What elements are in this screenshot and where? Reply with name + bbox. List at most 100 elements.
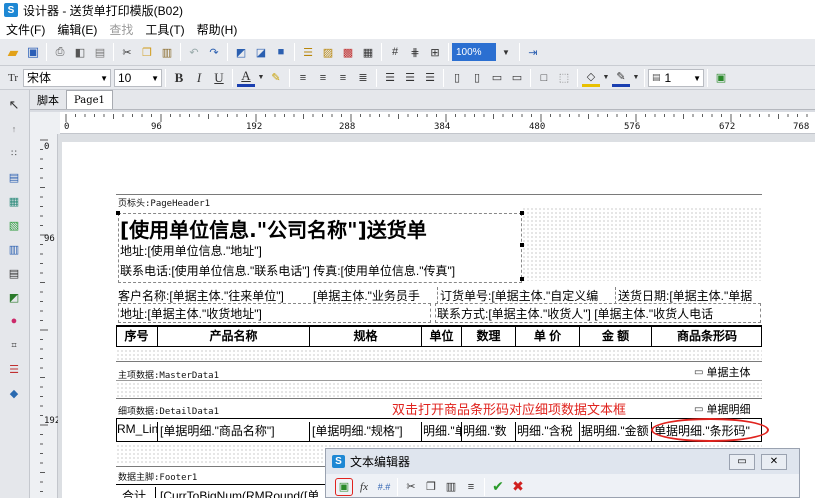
valign-middle-icon[interactable]: ☰ xyxy=(401,69,419,87)
column-header[interactable]: 金 额 xyxy=(580,326,652,346)
valign-top-icon[interactable]: ☰ xyxy=(381,69,399,87)
menu-help[interactable]: 帮助(H) xyxy=(191,21,244,38)
copy-icon[interactable]: ❐ xyxy=(138,43,156,61)
cut-icon[interactable]: ✂ xyxy=(118,43,136,61)
format-icon[interactable]: #.# xyxy=(375,478,393,496)
delivery-date-field[interactable]: 送货日期:[单据主体."单据 xyxy=(615,287,761,304)
footer-total-expression[interactable]: [CurrToBigNum(RMRound([单 xyxy=(160,487,325,498)
detail-cell-line[interactable]: RM_Lin xyxy=(117,422,158,442)
zoom-select[interactable]: 100% xyxy=(452,43,496,61)
detail-cell-name[interactable]: [单据明细."商品名称"] xyxy=(160,422,310,442)
italic-button[interactable]: I xyxy=(190,69,208,87)
chevron-down-icon[interactable]: ▼ xyxy=(257,69,265,87)
richtext-object-icon[interactable]: ☰ xyxy=(5,360,23,378)
column-header[interactable]: 数理 xyxy=(462,326,516,346)
new-page-icon[interactable]: ▨ xyxy=(319,43,337,61)
footer-total-label[interactable]: 合计 xyxy=(122,487,156,498)
line-width-select[interactable]: ▤ 1 ▼ xyxy=(648,68,704,87)
cancel-x-icon[interactable]: ✖ xyxy=(509,478,527,496)
send-back-icon[interactable]: ◪ xyxy=(252,43,270,61)
company-address[interactable]: 地址:[使用单位信息."地址"] xyxy=(120,242,262,259)
more-icon[interactable]: ∷ xyxy=(5,144,23,162)
group-icon[interactable]: ■ xyxy=(272,43,290,61)
grid-icon[interactable]: # xyxy=(386,43,404,61)
page-props-icon[interactable]: ▦ xyxy=(359,43,377,61)
cut-icon[interactable]: ✂ xyxy=(402,478,420,496)
save-icon[interactable]: ▣ xyxy=(24,43,42,61)
column-header[interactable]: 单 价 xyxy=(516,326,580,346)
text-object-icon[interactable]: ▤ xyxy=(5,168,23,186)
detail-cell-amount[interactable]: 据明细."金额 xyxy=(581,422,652,442)
column-header[interactable]: 序号 xyxy=(116,326,158,346)
column-header[interactable]: 规格 xyxy=(310,326,422,346)
redo-icon[interactable]: ↷ xyxy=(205,43,223,61)
bring-front-icon[interactable]: ◩ xyxy=(232,43,250,61)
open-folder-icon[interactable]: ▰ xyxy=(4,43,22,61)
picture-object-icon[interactable]: ▧ xyxy=(5,216,23,234)
insert-band-icon[interactable]: ☰ xyxy=(299,43,317,61)
menu-find[interactable]: 查找 xyxy=(103,21,139,38)
border-left-icon[interactable]: ▯ xyxy=(448,69,466,87)
copy-icon[interactable]: ❐ xyxy=(422,478,440,496)
dialog-close-button[interactable]: ✕ xyxy=(761,454,787,470)
font-size-select[interactable]: 10 ▼ xyxy=(114,68,162,87)
detail-cell-qty[interactable]: 明细."数 xyxy=(463,422,516,442)
crosstab-object-icon[interactable]: ◆ xyxy=(5,384,23,402)
column-header[interactable]: 商品条形码 xyxy=(652,326,762,346)
select-pointer-icon[interactable]: ↖ xyxy=(5,96,23,114)
chart-object-icon[interactable]: ◩ xyxy=(5,288,23,306)
print-icon[interactable]: ⎙ xyxy=(51,43,69,61)
delivery-address-field[interactable]: 地址:[单据主体."收货地址"] xyxy=(120,305,262,322)
insert-field-icon[interactable]: ▣ xyxy=(335,477,353,496)
border-bottom-icon[interactable]: ▭ xyxy=(508,69,526,87)
align-justify-icon[interactable]: ≣ xyxy=(354,69,372,87)
shape-object-icon[interactable]: ● xyxy=(5,312,23,330)
underline-button[interactable]: U xyxy=(210,69,228,87)
paste-icon[interactable]: ▥ xyxy=(158,43,176,61)
paste-icon[interactable]: ▥ xyxy=(442,478,460,496)
dialog-minimize-button[interactable]: ▭ xyxy=(729,454,755,470)
report-title[interactable]: [使用单位信息."公司名称"]送货单 xyxy=(120,214,427,243)
border-top-icon[interactable]: ▭ xyxy=(488,69,506,87)
order-number-field[interactable]: 订货单号:[单据主体."自定义编 xyxy=(437,287,615,304)
highlight-icon[interactable]: ✎ xyxy=(267,69,285,87)
detail-cell-price[interactable]: 明细."含税 xyxy=(517,422,580,442)
align-center-icon[interactable]: ≡ xyxy=(314,69,332,87)
menu-file[interactable]: 文件(F) xyxy=(0,21,51,38)
print-preview-icon[interactable]: ◧ xyxy=(71,43,89,61)
menu-edit[interactable]: 编辑(E) xyxy=(51,21,103,38)
chevron-down-icon[interactable]: ▼ xyxy=(497,43,515,61)
word-wrap-icon[interactable]: ≡ xyxy=(462,478,480,496)
chevron-down-icon[interactable]: ▼ xyxy=(632,69,640,87)
band-object-icon[interactable]: ▦ xyxy=(5,192,23,210)
line-object-icon[interactable]: ▤ xyxy=(5,264,23,282)
arrow-up-icon[interactable]: ↑ xyxy=(5,120,23,138)
ok-check-icon[interactable]: ✔ xyxy=(489,478,507,496)
line-color-icon[interactable]: ✎ xyxy=(612,69,630,87)
detail-cell-unit[interactable]: 明细."单 xyxy=(423,422,462,442)
column-header[interactable]: 产品名称 xyxy=(158,326,310,346)
align-left-icon[interactable]: ≡ xyxy=(294,69,312,87)
align-right-icon[interactable]: ≡ xyxy=(334,69,352,87)
font-family-select[interactable]: 宋体 ▼ xyxy=(23,68,111,87)
barcode-object-icon[interactable]: ⌗ xyxy=(5,336,23,354)
subreport-icon[interactable]: ▥ xyxy=(5,240,23,258)
fit-grid-icon[interactable]: ⊞ xyxy=(426,43,444,61)
border-all-icon[interactable]: □ xyxy=(535,69,553,87)
bold-button[interactable]: B xyxy=(170,69,188,87)
insert-field-icon[interactable]: ▣ xyxy=(712,69,730,87)
chevron-down-icon[interactable]: ▼ xyxy=(602,69,610,87)
column-header[interactable]: 单位 xyxy=(422,326,462,346)
function-icon[interactable]: fx xyxy=(355,478,373,496)
salesman-field[interactable]: [单据主体."业务员手 xyxy=(313,287,433,304)
align-grid-icon[interactable]: ⋕ xyxy=(406,43,424,61)
tab-page1[interactable]: Page1 xyxy=(66,90,113,109)
receiver-contact-field[interactable]: 联系方式:[单据主体."收货人"] [单据主体."收货人电话 xyxy=(437,305,759,322)
fill-color-icon[interactable]: ◇ xyxy=(582,69,600,87)
exit-designer-icon[interactable]: ⇥ xyxy=(524,43,542,61)
company-contact[interactable]: 联系电话:[使用单位信息."联系电话"] 传真:[使用单位信息."传真"] xyxy=(120,262,455,279)
delete-page-icon[interactable]: ▩ xyxy=(339,43,357,61)
border-right-icon[interactable]: ▯ xyxy=(468,69,486,87)
detail-cell-spec[interactable]: [单据明细."规格"] xyxy=(312,422,422,442)
menu-tools[interactable]: 工具(T) xyxy=(139,21,190,38)
